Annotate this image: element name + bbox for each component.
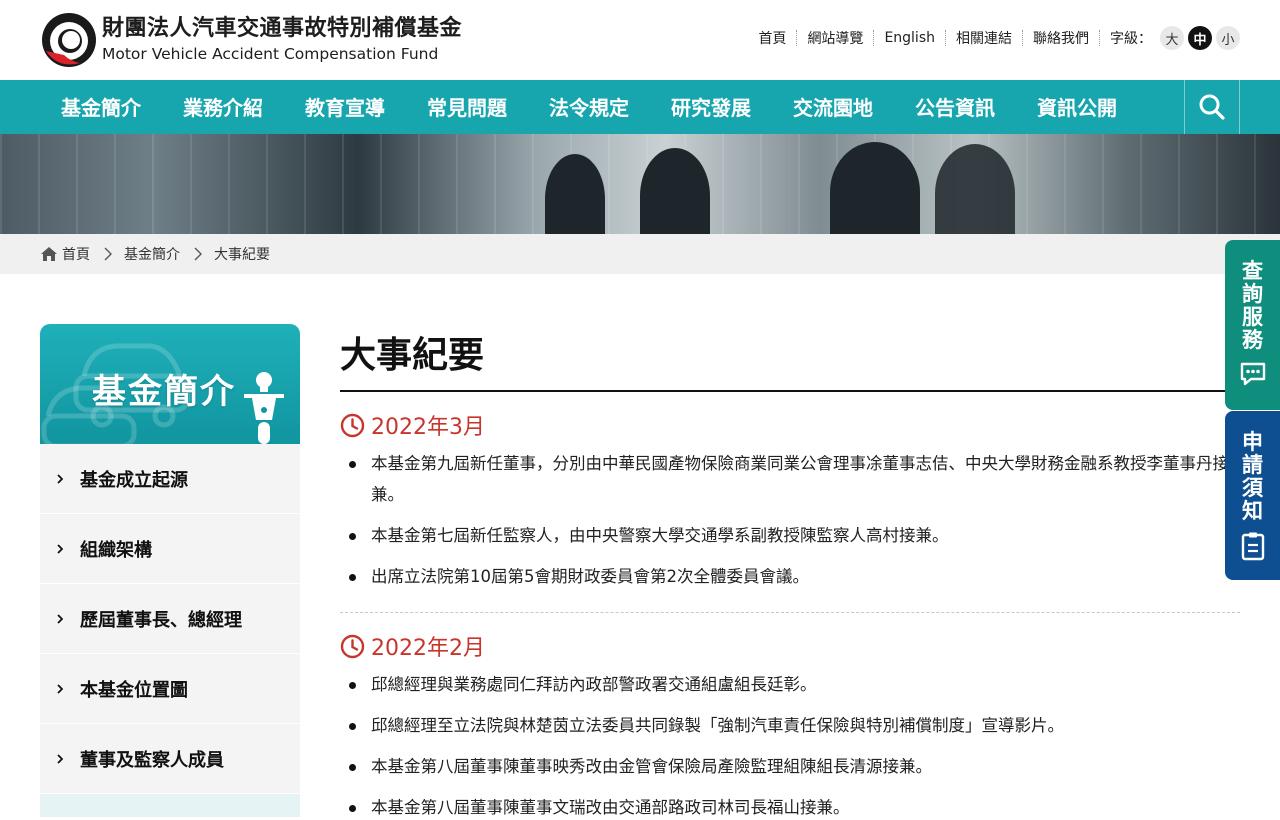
banner-figure [640, 148, 710, 234]
banner-figure [545, 154, 605, 234]
font-size-label: 字級： [1110, 31, 1152, 47]
event-item: 本基金第九屆新任董事，分別由中華民國產物保險商業同業公會理事凃董事志佶、中央大學… [340, 448, 1240, 510]
sidebar-item-active[interactable] [40, 794, 300, 818]
chevron-right-icon [194, 247, 202, 261]
sidebar-item-label: 組織架構 [80, 539, 152, 561]
nav-item-disclosure[interactable]: 資訊公開 [1016, 80, 1138, 134]
site-name-en: Motor Vehicle Accident Compensation Fund [102, 45, 439, 63]
sidebar-item-origin[interactable]: 基金成立起源 [40, 444, 300, 514]
query-service-tab[interactable]: 查詢服務 [1225, 240, 1280, 410]
timeline-section: 2022年3月 本基金第九屆新任董事，分別由中華民國產物保險商業同業公會理事凃董… [340, 410, 1240, 602]
search-icon [1199, 94, 1225, 120]
nav-item-regulations[interactable]: 法令規定 [528, 80, 650, 134]
timeline-date-heading: 2022年3月 [340, 410, 1240, 440]
application-guide-label: 申請須知 [1242, 430, 1263, 523]
section-divider [340, 612, 1240, 613]
nav-item-research[interactable]: 研究發展 [650, 80, 772, 134]
breadcrumb-fund-intro[interactable]: 基金簡介 [124, 244, 180, 264]
nav-item-business[interactable]: 業務介紹 [162, 80, 284, 134]
sidebar-title: 基金簡介 [92, 372, 236, 412]
event-item: 本基金第八屆董事陳董事文瑞改由交通部路政司林司長福山接兼。 [340, 792, 1240, 820]
logo-mark-icon [42, 13, 96, 67]
sidebar-item-chairmen[interactable]: 歷屆董事長、總經理 [40, 584, 300, 654]
breadcrumb: 首頁 基金簡介 大事紀要 [40, 234, 270, 274]
sidebar-menu: 基金成立起源 組織架構 歷屆董事長、總經理 本基金位置圖 董事及監察人成員 [40, 444, 300, 818]
sidebar-item-label: 基金成立起源 [80, 469, 188, 491]
clock-icon [340, 413, 365, 437]
chevron-right-icon [57, 683, 63, 694]
site-header: 財團法人汽車交通事故特別補償基金 Motor Vehicle Accident … [0, 0, 1280, 80]
page-banner-image [0, 134, 1280, 234]
nav-item-announcements[interactable]: 公告資訊 [894, 80, 1016, 134]
home-icon [41, 247, 57, 261]
page-title: 大事紀要 [340, 335, 485, 376]
title-divider [340, 390, 1240, 392]
nav-item-community[interactable]: 交流園地 [772, 80, 894, 134]
event-item: 本基金第七屆新任監察人，由中央警察大學交通學系副教授陳監察人高村接兼。 [340, 520, 1240, 551]
banner-figure [830, 142, 920, 234]
sidebar-header: 基金簡介 [40, 324, 300, 444]
breadcrumb-current: 大事紀要 [214, 247, 270, 263]
toplink-contact[interactable]: 聯絡我們 [1023, 28, 1099, 48]
sidebar-item-label: 本基金位置圖 [80, 679, 188, 701]
banner-figure [935, 144, 1015, 234]
site-logo[interactable]: 財團法人汽車交通事故特別補償基金 Motor Vehicle Accident … [40, 11, 480, 69]
font-size-medium-button[interactable]: 中 [1188, 26, 1212, 50]
timeline-date-heading: 2022年2月 [340, 631, 1240, 661]
main-nav: 基金簡介 業務介紹 教育宣導 常見問題 法令規定 研究發展 交流園地 公告資訊 … [0, 80, 1280, 134]
timeline-date: 2022年3月 [371, 415, 485, 440]
sidebar-item-label: 董事及監察人成員 [80, 749, 224, 771]
clock-icon [340, 634, 365, 658]
event-list: 本基金第九屆新任董事，分別由中華民國產物保險商業同業公會理事凃董事志佶、中央大學… [340, 448, 1240, 592]
toplink-sitemap[interactable]: 網站導覽 [797, 28, 873, 48]
nav-item-fund-intro[interactable]: 基金簡介 [40, 80, 162, 134]
toplink-related-links[interactable]: 相關連結 [946, 28, 1022, 48]
chevron-right-icon [57, 473, 63, 484]
event-item: 本基金第八屆董事陳董事映秀改由金管會保險局產險監理組陳組長清源接兼。 [340, 751, 1240, 782]
query-service-label: 查詢服務 [1242, 259, 1263, 352]
chevron-right-icon [57, 613, 63, 624]
timeline-section: 2022年2月 邱總經理與業務處同仁拜訪內政部警政署交通組盧組長廷彰。 邱總經理… [340, 631, 1240, 820]
chevron-right-icon [57, 543, 63, 554]
toplink-home[interactable]: 首頁 [748, 28, 796, 48]
sidebar-item-board-members[interactable]: 董事及監察人成員 [40, 724, 300, 794]
scooter-rider-icon [244, 372, 284, 444]
timeline-date: 2022年2月 [371, 636, 485, 661]
nav-item-education[interactable]: 教育宣導 [284, 80, 406, 134]
site-name-zh: 財團法人汽車交通事故特別補償基金 [102, 16, 463, 41]
breadcrumb-bar: 首頁 基金簡介 大事紀要 [0, 234, 1280, 274]
event-item: 出席立法院第10屆第5會期財政委員會第2次全體委員會議。 [340, 561, 1240, 592]
event-list: 邱總經理與業務處同仁拜訪內政部警政署交通組盧組長廷彰。 邱總經理至立法院與林楚茵… [340, 669, 1240, 820]
nav-search-button[interactable] [1184, 80, 1240, 134]
breadcrumb-home[interactable]: 首頁 [40, 244, 90, 264]
chat-icon [1240, 362, 1265, 386]
event-item: 邱總經理至立法院與林楚茵立法委員共同錄製「強制汽車責任保險與特別補償制度」宣導影… [340, 710, 1240, 741]
application-guide-tab[interactable]: 申請須知 [1225, 411, 1280, 580]
event-item: 邱總經理與業務處同仁拜訪內政部警政署交通組盧組長廷彰。 [340, 669, 1240, 700]
nav-item-faq[interactable]: 常見問題 [406, 80, 528, 134]
sidebar-item-organization[interactable]: 組織架構 [40, 514, 300, 584]
chevron-right-icon [57, 753, 63, 764]
top-links: 首頁 網站導覽 English 相關連結 聯絡我們 字級： 大 中 小 [748, 26, 1240, 50]
chevron-right-icon [104, 247, 112, 261]
font-size-small-button[interactable]: 小 [1216, 26, 1240, 50]
clipboard-icon [1241, 532, 1264, 561]
font-size-large-button[interactable]: 大 [1160, 26, 1184, 50]
sidebar-item-label: 歷屆董事長、總經理 [80, 609, 242, 631]
sidebar-item-location[interactable]: 本基金位置圖 [40, 654, 300, 724]
breadcrumb-home-label: 首頁 [62, 247, 90, 263]
toplink-english[interactable]: English [874, 30, 945, 46]
